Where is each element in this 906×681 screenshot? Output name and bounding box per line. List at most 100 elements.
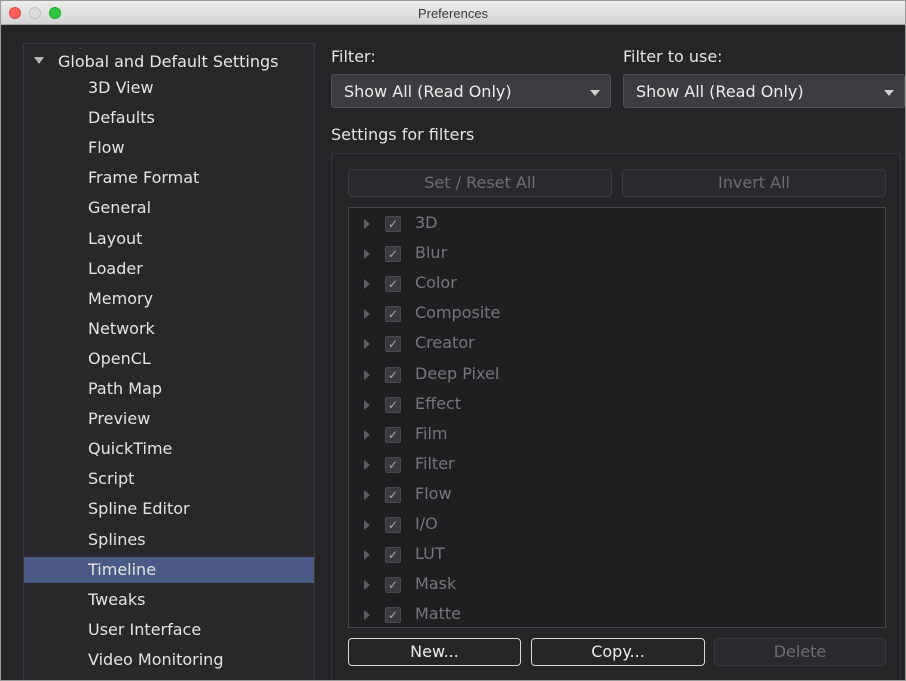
category-label: Creator [415,333,475,353]
tree-item-label: Preview [88,409,151,429]
category-label: Effect [415,393,462,413]
filter-dropdown[interactable]: Show All (Read Only) [331,74,611,108]
expand-arrow-icon[interactable] [364,369,370,380]
category-checkbox[interactable]: ✓ [385,456,401,473]
expand-arrow-icon[interactable] [364,459,370,470]
category-checkbox[interactable]: ✓ [385,246,401,263]
set-reset-all-button[interactable]: Set / Reset All [348,169,612,197]
tree-item-opencl[interactable]: OpenCL [24,346,314,372]
category-checkbox[interactable]: ✓ [385,216,401,232]
filter-category-list[interactable]: ✓ 3D ✓ Blur ✓ Color ✓ Composite ✓ Creator ✓ Deep Pi… [348,207,886,628]
category-label: Blur [415,243,448,263]
window-title: Preferences [417,6,489,21]
tree-item-loader[interactable]: Loader [24,256,314,282]
tree-item-label: Script [88,469,135,489]
category-checkbox[interactable]: ✓ [385,336,401,353]
tree-item-label: Tweaks [88,589,146,609]
filter-to-use-dropdown-value: Show All (Read Only) [636,82,804,101]
settings-tree[interactable]: Global and Default Settings 3D View Defau… [23,43,315,680]
new-button[interactable]: New... [348,638,521,666]
filter-row-creator: ✓ Creator [349,329,885,359]
category-label: Film [415,423,448,443]
expand-arrow-icon[interactable] [364,249,370,260]
filter-row-blur: ✓ Blur [349,239,885,269]
tree-item-frame-format[interactable]: Frame Format [24,165,314,191]
tree-item-label: Video Monitoring [88,649,224,669]
title-bar[interactable]: Preferences [1,1,905,25]
expand-arrow-icon[interactable] [364,399,370,410]
category-label: Flow [415,483,452,503]
tree-item-general[interactable]: General [24,195,314,221]
category-checkbox[interactable]: ✓ [385,547,401,564]
tree-item-tweaks[interactable]: Tweaks [24,587,314,613]
invert-all-button[interactable]: Invert All [622,169,886,197]
tree-item-label: Memory [88,288,154,308]
tree-item-label: Network [88,318,155,338]
filter-row-filter: ✓ Filter [349,450,885,480]
tree-item-flow[interactable]: Flow [24,135,314,161]
category-label: I/O [415,514,438,533]
tree-item-splines[interactable]: Splines [24,527,314,553]
category-checkbox[interactable]: ✓ [385,396,401,413]
category-checkbox[interactable]: ✓ [385,607,401,624]
filter-row-i-o: ✓ I/O [349,510,885,540]
category-checkbox[interactable]: ✓ [385,577,401,594]
filter-row-flow: ✓ Flow [349,480,885,510]
category-checkbox[interactable]: ✓ [385,517,401,533]
tree-item-label: Splines [88,529,146,549]
tree-item-timeline[interactable]: Timeline [24,556,314,583]
tree-item-script[interactable]: Script [24,466,314,492]
tree-item-label: QuickTime [88,439,173,459]
preferences-window: Preferences Global and Default Settings … [0,0,906,681]
category-checkbox[interactable]: ✓ [385,486,401,503]
expand-arrow-icon[interactable] [364,610,370,621]
expand-arrow-icon[interactable] [364,219,370,229]
tree-item-path-map[interactable]: Path Map [24,376,314,402]
expand-arrow-icon[interactable] [364,520,370,530]
tree-item-label: Frame Format [88,168,200,188]
category-checkbox[interactable]: ✓ [385,366,401,383]
filter-dropdown-value: Show All (Read Only) [344,82,512,101]
filter-row-effect: ✓ Effect [349,390,885,420]
tree-item-network[interactable]: Network [24,316,314,342]
filter-label: Filter: [331,47,376,66]
category-checkbox[interactable]: ✓ [385,306,401,323]
tree-item-label: Layout [88,228,143,248]
tree-item-preview[interactable]: Preview [24,406,314,432]
tree-item-spline-editor[interactable]: Spline Editor [24,496,314,522]
category-label: Color [415,273,457,293]
expand-arrow-icon[interactable] [34,57,44,64]
category-label: Composite [415,303,501,323]
category-label: Mask [415,574,457,594]
category-checkbox[interactable]: ✓ [385,276,401,293]
filter-to-use-dropdown[interactable]: Show All (Read Only) [623,74,905,108]
tree-item-label: 3D View [88,78,154,97]
expand-arrow-icon[interactable] [364,309,370,320]
category-label: 3D [415,213,438,232]
tree-item-label: Loader [88,258,143,278]
tree-item-3d-view[interactable]: 3D View [24,75,314,101]
expand-arrow-icon[interactable] [364,339,370,350]
expand-arrow-icon[interactable] [364,550,370,561]
tree-item-user-interface[interactable]: User Interface [24,617,314,643]
expand-arrow-icon[interactable] [364,489,370,500]
tree-item-quicktime[interactable]: QuickTime [24,436,314,462]
filter-row-3d: ✓ 3D [349,209,885,239]
tree-item-label: Timeline [88,559,157,579]
tree-item-label: User Interface [88,619,202,639]
category-checkbox[interactable]: ✓ [385,426,401,443]
tree-item-defaults[interactable]: Defaults [24,105,314,131]
copy-button[interactable]: Copy... [531,638,705,666]
expand-arrow-icon[interactable] [364,279,370,290]
tree-item-layout[interactable]: Layout [24,226,314,252]
tree-item-memory[interactable]: Memory [24,286,314,312]
tree-root-global-defaults[interactable]: Global and Default Settings [24,47,314,75]
expand-arrow-icon[interactable] [364,429,370,440]
tree-item-video-monitoring[interactable]: Video Monitoring [24,647,314,673]
settings-heading: Settings for filters [331,125,475,144]
filter-row-film: ✓ Film [349,420,885,450]
category-label: Filter [415,453,455,473]
delete-button[interactable]: Delete [714,638,886,666]
expand-arrow-icon[interactable] [364,580,370,591]
filter-row-composite: ✓ Composite [349,299,885,329]
